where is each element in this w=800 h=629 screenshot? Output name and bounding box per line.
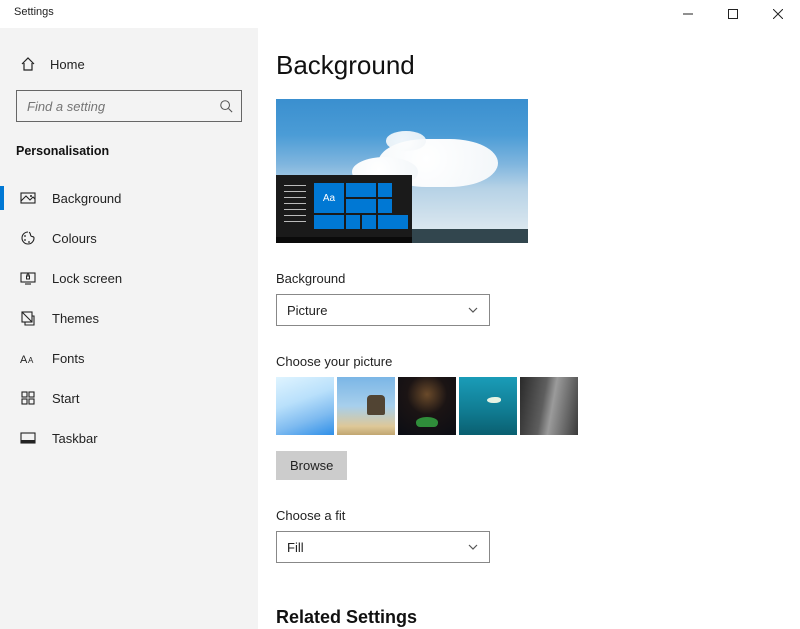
palette-icon <box>20 230 36 246</box>
picture-thumb-5[interactable] <box>520 377 578 435</box>
sidebar-item-label: Fonts <box>52 351 85 366</box>
search-container <box>0 82 258 134</box>
background-dropdown[interactable]: Picture <box>276 294 490 326</box>
sidebar-nav: Background Colours Lock screen <box>0 172 258 458</box>
sidebar-item-label: Themes <box>52 311 99 326</box>
picture-thumb-2[interactable] <box>337 377 395 435</box>
cloud-graphic <box>386 131 426 151</box>
preview-tile-aa: Aa <box>314 183 344 213</box>
choose-fit-label: Choose a fit <box>276 508 800 523</box>
settings-window: Settings Home <box>0 0 800 629</box>
browse-button[interactable]: Browse <box>276 451 347 480</box>
sidebar-item-label: Taskbar <box>52 431 98 446</box>
search-icon <box>219 99 233 113</box>
preview-start-menu: Aa <box>276 175 412 243</box>
sidebar-item-label: Background <box>52 191 121 206</box>
sidebar-section-label: Personalisation <box>0 134 258 172</box>
minimize-icon <box>683 9 693 19</box>
background-dropdown-label: Background <box>276 271 800 286</box>
sidebar-item-label: Colours <box>52 231 97 246</box>
related-settings-heading: Related Settings <box>276 607 800 628</box>
sidebar-item-background[interactable]: Background <box>0 178 258 218</box>
maximize-icon <box>728 9 738 19</box>
svg-text:A: A <box>20 354 28 365</box>
svg-text:A: A <box>28 356 34 365</box>
picture-thumb-1[interactable] <box>276 377 334 435</box>
background-preview: Aa <box>276 99 528 243</box>
search-input[interactable] <box>27 99 197 114</box>
lockscreen-icon <box>20 270 36 286</box>
sidebar-item-colours[interactable]: Colours <box>0 218 258 258</box>
sidebar-item-themes[interactable]: Themes <box>0 298 258 338</box>
sidebar-item-label: Start <box>52 391 79 406</box>
page-title: Background <box>276 50 800 81</box>
maximize-button[interactable] <box>710 0 755 28</box>
home-icon <box>20 56 36 72</box>
sidebar-item-label: Lock screen <box>52 271 122 286</box>
sidebar-item-start[interactable]: Start <box>0 378 258 418</box>
sidebar: Home Personalisation Background <box>0 28 258 629</box>
choose-picture-label: Choose your picture <box>276 354 800 369</box>
taskbar-icon <box>20 430 36 446</box>
picture-thumb-4[interactable] <box>459 377 517 435</box>
sidebar-item-lockscreen[interactable]: Lock screen <box>0 258 258 298</box>
main-content: Background Aa <box>258 28 800 629</box>
sidebar-item-fonts[interactable]: AA Fonts <box>0 338 258 378</box>
home-button[interactable]: Home <box>0 46 258 82</box>
start-icon <box>20 390 36 406</box>
picture-icon <box>20 190 36 206</box>
chevron-down-icon <box>467 541 479 553</box>
sidebar-item-taskbar[interactable]: Taskbar <box>0 418 258 458</box>
search-input-wrap[interactable] <box>16 90 242 122</box>
home-label: Home <box>50 57 85 72</box>
picture-thumbnails <box>276 377 800 435</box>
fonts-icon: AA <box>20 351 36 365</box>
background-dropdown-value: Picture <box>287 303 327 318</box>
close-button[interactable] <box>755 0 800 28</box>
content-body: Home Personalisation Background <box>0 28 800 629</box>
fit-dropdown[interactable]: Fill <box>276 531 490 563</box>
close-icon <box>773 9 783 19</box>
minimize-button[interactable] <box>665 0 710 28</box>
chevron-down-icon <box>467 304 479 316</box>
titlebar: Settings <box>0 0 800 28</box>
window-title: Settings <box>14 6 54 18</box>
fit-dropdown-value: Fill <box>287 540 304 555</box>
picture-thumb-3[interactable] <box>398 377 456 435</box>
themes-icon <box>20 310 36 326</box>
